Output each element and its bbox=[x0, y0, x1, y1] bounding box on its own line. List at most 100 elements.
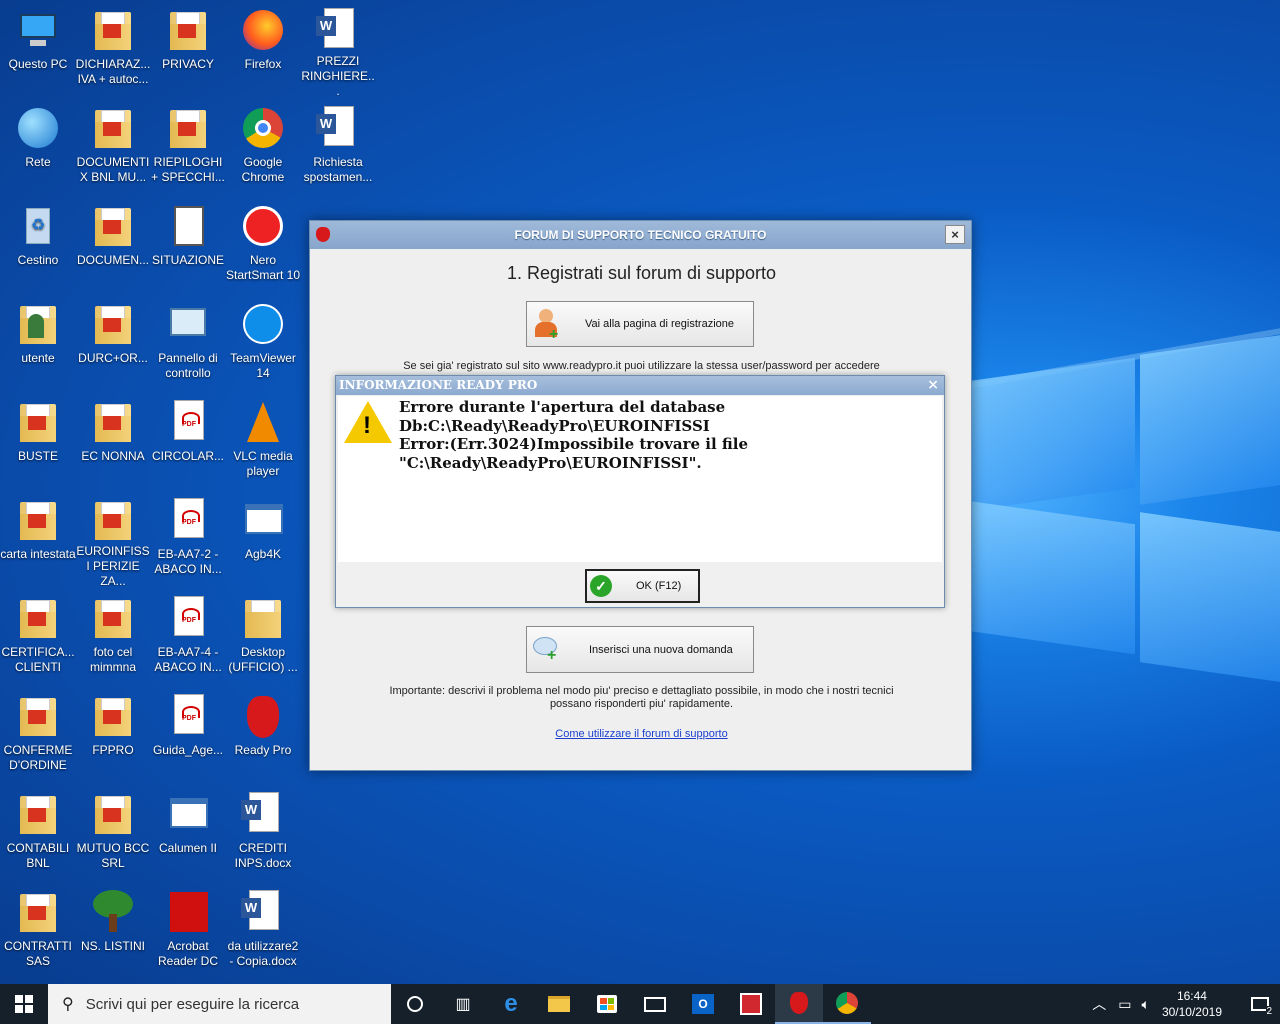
chevron-up-icon[interactable]: ︿ bbox=[1092, 994, 1106, 1014]
desktop-icon[interactable]: carta intestata bbox=[0, 490, 76, 586]
folder-icon bbox=[89, 398, 137, 446]
new-question-button[interactable]: + Inserisci una nuova domanda bbox=[526, 626, 754, 673]
desktop-icon[interactable]: MUTUO BCC SRL bbox=[75, 784, 151, 880]
notification-center-button[interactable]: 2 bbox=[1240, 984, 1280, 1024]
outlook-taskbar-button[interactable]: O bbox=[679, 984, 727, 1024]
desktop-icon[interactable]: Ready Pro bbox=[225, 686, 301, 782]
desktop-icon[interactable]: BUSTE bbox=[0, 392, 76, 488]
cortana-button[interactable] bbox=[391, 984, 439, 1024]
windows-logo-icon bbox=[15, 995, 33, 1013]
volume-icon[interactable]: 🔈︎ bbox=[1142, 996, 1150, 1013]
cortana-icon bbox=[407, 996, 423, 1012]
error-dialog-titlebar[interactable]: INFORMAZIONE READY PRO × bbox=[336, 376, 944, 395]
desktop-icon-label: Agb4K bbox=[244, 547, 282, 561]
folder-icon bbox=[164, 104, 212, 152]
desktop-icon-label: EB-AA7-2 - ABACO IN... bbox=[154, 547, 222, 576]
desktop-icon-label: DOCUMEN... bbox=[77, 253, 149, 267]
desktop-icon[interactable]: W Richiesta spostamen... bbox=[300, 98, 376, 194]
support-window-titlebar[interactable]: FORUM DI SUPPORTO TECNICO GRATUITO × bbox=[310, 221, 971, 249]
desktop-icon[interactable]: Acrobat Reader DC bbox=[150, 882, 226, 978]
desktop-icon[interactable]: Google Chrome bbox=[225, 98, 301, 194]
desktop-icon[interactable]: VLC media player bbox=[225, 392, 301, 488]
desktop-icon[interactable]: PDF EB-AA7-4 - ABACO IN... bbox=[150, 588, 226, 684]
new-question-label: Inserisci una nuova domanda bbox=[589, 643, 733, 656]
edge-taskbar-button[interactable]: e bbox=[487, 984, 535, 1024]
desktop-icon[interactable]: PDF EB-AA7-2 - ABACO IN... bbox=[150, 490, 226, 586]
store-icon bbox=[597, 995, 617, 1013]
desktop-icon[interactable]: Calumen II bbox=[150, 784, 226, 880]
already-registered-text: Se sei gia' registrato sul sito www.read… bbox=[403, 360, 880, 372]
ready-pro-taskbar-button[interactable] bbox=[775, 984, 823, 1024]
registration-page-button[interactable]: + Vai alla pagina di registrazione bbox=[526, 301, 754, 347]
folder-icon bbox=[164, 6, 212, 54]
forum-howto-link[interactable]: Come utilizzare il forum di supporto bbox=[555, 728, 727, 740]
desktop-icon[interactable]: DOCUMEN... bbox=[75, 196, 151, 292]
desktop-icon[interactable]: EUROINFISSI PERIZIE ZA... bbox=[75, 490, 151, 586]
desktop-icon[interactable]: CONFERME D'ORDINE bbox=[0, 686, 76, 782]
start-button[interactable] bbox=[0, 984, 48, 1024]
register-heading: 1. Registrati sul forum di supporto bbox=[506, 263, 777, 283]
teamviewer-icon bbox=[239, 300, 287, 348]
desktop-icon-label: Desktop (UFFICIO) ... bbox=[228, 645, 298, 674]
desktop-icon[interactable]: foto cel mimmna bbox=[75, 588, 151, 684]
close-button[interactable]: × bbox=[945, 225, 965, 244]
desktop-icon[interactable]: Rete bbox=[0, 98, 76, 194]
desktop-icon[interactable]: DOCUMENTI X BNL MU... bbox=[75, 98, 151, 194]
desktop-icon[interactable]: CERTIFICA... CLIENTI bbox=[0, 588, 76, 684]
network-icon[interactable]: ▭ bbox=[1118, 996, 1131, 1013]
desktop-icon-label: CIRCOLAR... bbox=[151, 449, 224, 463]
desktop-icon[interactable]: PDF CIRCOLAR... bbox=[150, 392, 226, 488]
clipboard-icon bbox=[164, 202, 212, 250]
desktop-icon[interactable]: Wda utilizzare2 - Copia.docx bbox=[225, 882, 301, 978]
desktop-icon[interactable]: Desktop (UFFICIO) ... bbox=[225, 588, 301, 684]
desktop-icon-label: FPPRO bbox=[92, 743, 134, 757]
folder-icon bbox=[14, 888, 62, 936]
desktop-icon[interactable]: FPPRO bbox=[75, 686, 151, 782]
desktop-icon[interactable]: CONTRATTI SAS bbox=[0, 882, 76, 978]
ok-button[interactable]: ✓ OK (F12) bbox=[585, 569, 700, 603]
desktop-icon[interactable]: W CREDITI INPS.docx bbox=[225, 784, 301, 880]
task-view-icon: ▥ bbox=[455, 996, 471, 1013]
app-taskbar-button[interactable] bbox=[727, 984, 775, 1024]
search-box[interactable]: ⚲ Scrivi qui per eseguire la ricerca bbox=[48, 984, 391, 1024]
task-view-button[interactable]: ▥ bbox=[439, 984, 487, 1024]
desktop-icon-label: Richiesta spostamen... bbox=[303, 155, 373, 184]
desktop-icon[interactable]: RIEPILOGHI + SPECCHI... bbox=[150, 98, 226, 194]
mail-icon bbox=[644, 996, 666, 1012]
desktop-icon-label: Calumen II bbox=[158, 841, 218, 855]
desktop-icon-label: CONTRATTI SAS bbox=[4, 939, 72, 968]
error-line: Db:C:\Ready\ReadyPro\EUROINFISSI bbox=[399, 416, 710, 435]
chrome-taskbar-button[interactable] bbox=[823, 984, 871, 1024]
desktop-icon[interactable]: Firefox bbox=[225, 0, 301, 96]
desktop-icon[interactable]: SITUAZIONE bbox=[150, 196, 226, 292]
desktop-icon-label: Rete bbox=[25, 155, 51, 169]
desktop-icon[interactable]: DURC+OR... bbox=[75, 294, 151, 390]
chrome-icon bbox=[239, 104, 287, 152]
desktop-icon-label: EUROINFISSI PERIZIE ZA... bbox=[76, 543, 150, 586]
mail-taskbar-button[interactable] bbox=[631, 984, 679, 1024]
desktop-icon[interactable]: ♻︎ Cestino bbox=[0, 196, 76, 292]
folder-icon bbox=[89, 6, 137, 54]
pdf-icon: PDF bbox=[164, 398, 212, 446]
desktop-icon[interactable]: NS. LISTINI bbox=[75, 882, 151, 978]
desktop-icon[interactable]: TeamViewer 14 bbox=[225, 294, 301, 390]
folder-icon bbox=[89, 790, 137, 838]
desktop-icon[interactable]: DICHIARAZ... IVA + autoc... bbox=[75, 0, 151, 96]
desktop-icon[interactable]: Agb4K bbox=[225, 490, 301, 586]
desktop-icon[interactable]: CONTABILI BNL bbox=[0, 784, 76, 880]
file-explorer-taskbar-button[interactable] bbox=[535, 984, 583, 1024]
desktop-icon[interactable]: Questo PC bbox=[0, 0, 76, 96]
desktop-icon[interactable]: EC NONNA bbox=[75, 392, 151, 488]
desktop-icon[interactable]: PRIVACY bbox=[150, 0, 226, 96]
clock[interactable]: 16:44 30/10/2019 bbox=[1162, 988, 1222, 1020]
checkmark-icon: ✓ bbox=[590, 575, 612, 597]
desktop-icon[interactable]: utente bbox=[0, 294, 76, 390]
word-icon: W bbox=[314, 104, 362, 152]
desktop-icon[interactable]: W PREZZI RINGHIERE... bbox=[300, 0, 376, 96]
desktop-icon[interactable]: Pannello di controllo bbox=[150, 294, 226, 390]
desktop-icon[interactable]: Nero StartSmart 10 bbox=[225, 196, 301, 292]
store-taskbar-button[interactable] bbox=[583, 984, 631, 1024]
desktop-icon[interactable]: PDF Guida_Age... bbox=[150, 686, 226, 782]
error-close-button[interactable]: × bbox=[927, 376, 939, 395]
folder-icon bbox=[89, 202, 137, 250]
